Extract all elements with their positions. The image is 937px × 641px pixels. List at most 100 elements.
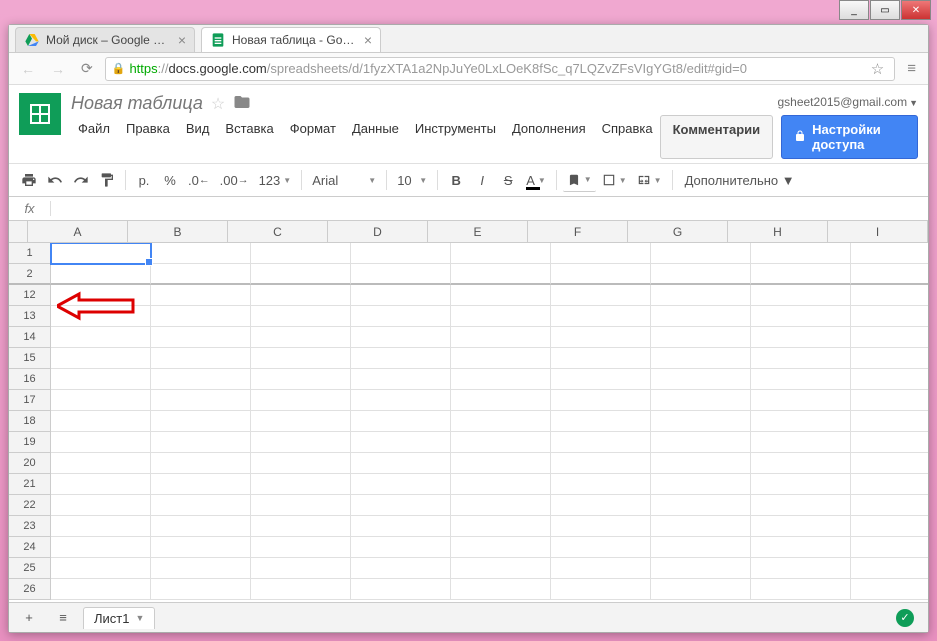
row-header[interactable]: 2: [9, 264, 51, 285]
row-header[interactable]: 17: [9, 390, 51, 411]
cell[interactable]: [51, 285, 151, 306]
cell[interactable]: [751, 537, 851, 558]
bookmark-icon[interactable]: ☆: [867, 60, 888, 78]
cell[interactable]: [251, 264, 351, 285]
minimize-button[interactable]: _: [839, 0, 869, 20]
cell[interactable]: [851, 579, 928, 600]
cell[interactable]: [151, 453, 251, 474]
cell[interactable]: [451, 369, 551, 390]
row-header[interactable]: 20: [9, 453, 51, 474]
cell[interactable]: [251, 285, 351, 306]
column-header[interactable]: C: [228, 221, 328, 243]
cell[interactable]: [451, 516, 551, 537]
cell[interactable]: [351, 264, 451, 285]
document-title[interactable]: Новая таблица: [71, 93, 203, 114]
strikethrough-button[interactable]: S: [496, 168, 520, 192]
cell[interactable]: [151, 390, 251, 411]
cell[interactable]: [151, 432, 251, 453]
cell[interactable]: [851, 474, 928, 495]
maximize-button[interactable]: ▭: [870, 0, 900, 20]
number-format-button[interactable]: 123▼: [255, 168, 296, 192]
reload-button[interactable]: ⟳: [77, 58, 97, 79]
undo-button[interactable]: [43, 168, 67, 192]
cell[interactable]: [51, 327, 151, 348]
cell[interactable]: [151, 558, 251, 579]
cell[interactable]: [351, 537, 451, 558]
cell[interactable]: [251, 348, 351, 369]
cell[interactable]: [51, 411, 151, 432]
cell[interactable]: [351, 579, 451, 600]
cell[interactable]: [651, 537, 751, 558]
cell[interactable]: [451, 558, 551, 579]
cell[interactable]: [351, 432, 451, 453]
column-header[interactable]: G: [628, 221, 728, 243]
menu-инструменты[interactable]: Инструменты: [408, 118, 503, 139]
cell[interactable]: [751, 516, 851, 537]
cell[interactable]: [651, 453, 751, 474]
cell[interactable]: [151, 264, 251, 285]
cell[interactable]: [51, 432, 151, 453]
cell[interactable]: [851, 285, 928, 306]
cell[interactable]: [151, 411, 251, 432]
menu-правка[interactable]: Правка: [119, 118, 177, 139]
cell[interactable]: [351, 390, 451, 411]
url-input[interactable]: 🔒 https://docs.google.com/spreadsheets/d…: [105, 57, 896, 81]
increase-decimal-button[interactable]: .00→: [216, 168, 253, 192]
cell[interactable]: [451, 537, 551, 558]
cell[interactable]: [51, 453, 151, 474]
redo-button[interactable]: [69, 168, 93, 192]
cell[interactable]: [751, 348, 851, 369]
cell[interactable]: [51, 558, 151, 579]
cell[interactable]: [651, 432, 751, 453]
cell[interactable]: [651, 411, 751, 432]
cell[interactable]: [51, 264, 151, 285]
cell[interactable]: [851, 432, 928, 453]
cell[interactable]: [851, 264, 928, 285]
cell[interactable]: [51, 369, 151, 390]
browser-tab[interactable]: Новая таблица - Google ×: [201, 27, 381, 52]
cell[interactable]: [551, 516, 651, 537]
row-header[interactable]: 18: [9, 411, 51, 432]
cell[interactable]: [151, 474, 251, 495]
cell[interactable]: [851, 306, 928, 327]
cell[interactable]: [51, 516, 151, 537]
cell[interactable]: [451, 432, 551, 453]
cell[interactable]: [551, 390, 651, 411]
cell[interactable]: [351, 516, 451, 537]
select-all-corner[interactable]: [9, 221, 28, 243]
bold-button[interactable]: B: [444, 168, 468, 192]
row-header[interactable]: 13: [9, 306, 51, 327]
row-header[interactable]: 15: [9, 348, 51, 369]
cell[interactable]: [251, 453, 351, 474]
cell[interactable]: [551, 348, 651, 369]
cell[interactable]: [551, 432, 651, 453]
cell[interactable]: [751, 411, 851, 432]
close-icon[interactable]: ×: [178, 32, 186, 48]
cell[interactable]: [551, 306, 651, 327]
cell[interactable]: [451, 390, 551, 411]
cell[interactable]: [151, 537, 251, 558]
cell[interactable]: [651, 348, 751, 369]
cell[interactable]: [251, 327, 351, 348]
cell[interactable]: [851, 327, 928, 348]
cell[interactable]: [351, 474, 451, 495]
cell[interactable]: [751, 432, 851, 453]
cell[interactable]: [851, 516, 928, 537]
cell[interactable]: [351, 348, 451, 369]
cell[interactable]: [651, 390, 751, 411]
menu-вставка[interactable]: Вставка: [218, 118, 280, 139]
cell[interactable]: [651, 495, 751, 516]
row-header[interactable]: 22: [9, 495, 51, 516]
cell[interactable]: [151, 495, 251, 516]
all-sheets-button[interactable]: ≡: [49, 607, 77, 629]
column-header[interactable]: D: [328, 221, 428, 243]
cell[interactable]: [251, 579, 351, 600]
row-header[interactable]: 16: [9, 369, 51, 390]
cell[interactable]: [751, 306, 851, 327]
column-header[interactable]: I: [828, 221, 928, 243]
cell[interactable]: [351, 327, 451, 348]
close-button[interactable]: ✕: [901, 0, 931, 20]
cell[interactable]: [551, 411, 651, 432]
grid-body[interactable]: 12121314151617181920212223242526: [9, 243, 928, 602]
share-button[interactable]: Настройки доступа: [781, 115, 918, 159]
